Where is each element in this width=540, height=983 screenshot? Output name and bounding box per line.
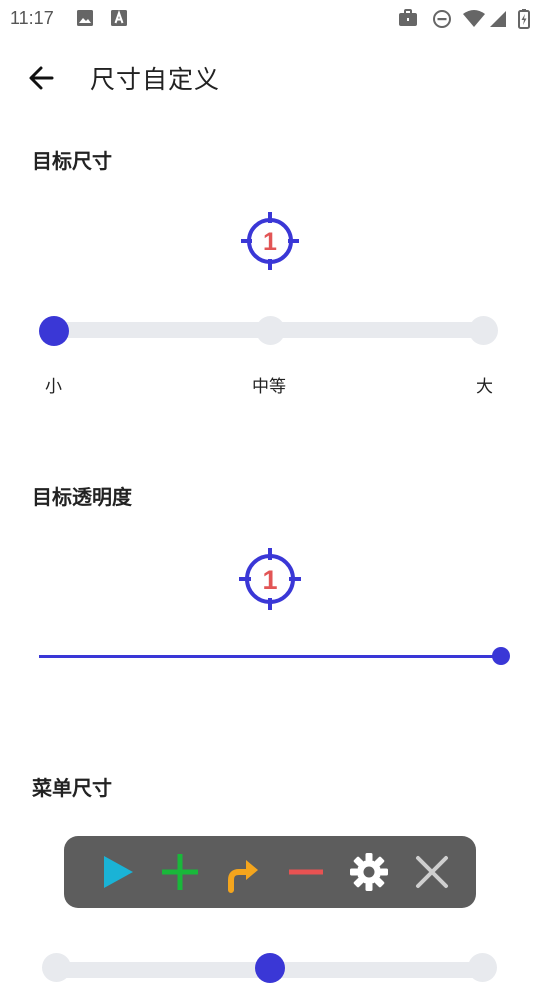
briefcase-icon <box>398 9 418 31</box>
minus-icon <box>289 869 323 875</box>
target-number: 1 <box>262 565 277 595</box>
target-size-option-large[interactable] <box>469 316 498 345</box>
do-not-disturb-icon <box>432 9 452 33</box>
menu-size-option-medium[interactable] <box>255 953 285 983</box>
add-swipe-button[interactable] <box>221 850 265 894</box>
signal-icon <box>488 9 508 33</box>
opacity-slider-track[interactable] <box>39 655 501 658</box>
target-size-option-medium[interactable] <box>256 316 285 345</box>
battery-charging-icon <box>518 9 530 33</box>
plus-icon <box>162 854 198 890</box>
target-preview-size: 1 <box>241 212 299 274</box>
opacity-slider-thumb[interactable] <box>492 647 510 665</box>
section-title-target-opacity: 目标透明度 <box>32 485 132 509</box>
target-preview-opacity: 1 <box>239 548 301 614</box>
play-button[interactable] <box>96 850 140 894</box>
toolbar: 尺寸自定义 <box>0 36 540 120</box>
status-time: 11:17 <box>10 8 54 28</box>
arrow-left-icon <box>29 66 54 90</box>
close-menu-button[interactable] <box>410 850 454 894</box>
status-bar: 11:17 <box>0 0 540 36</box>
menu-size-option-large[interactable] <box>468 953 497 982</box>
target-size-label-medium: 中等 <box>252 377 286 397</box>
settings-button[interactable] <box>347 850 391 894</box>
add-target-button[interactable] <box>158 850 202 894</box>
floating-control-menu <box>64 836 476 908</box>
page-title: 尺寸自定义 <box>90 65 221 94</box>
target-size-label-small: 小 <box>45 377 62 397</box>
close-icon <box>416 856 448 888</box>
section-title-menu-size: 菜单尺寸 <box>32 776 112 800</box>
swipe-arrow-icon <box>228 860 258 893</box>
image-icon <box>76 9 94 31</box>
play-icon <box>104 856 133 888</box>
back-button[interactable] <box>24 60 60 96</box>
gear-icon <box>350 853 388 891</box>
section-title-target-size: 目标尺寸 <box>32 149 112 173</box>
font-icon <box>110 9 128 31</box>
remove-target-button[interactable] <box>284 850 328 894</box>
target-size-label-large: 大 <box>476 377 493 397</box>
wifi-icon <box>462 9 486 33</box>
target-number: 1 <box>263 228 277 256</box>
target-size-option-small[interactable] <box>39 316 69 346</box>
menu-size-option-small[interactable] <box>42 953 71 982</box>
